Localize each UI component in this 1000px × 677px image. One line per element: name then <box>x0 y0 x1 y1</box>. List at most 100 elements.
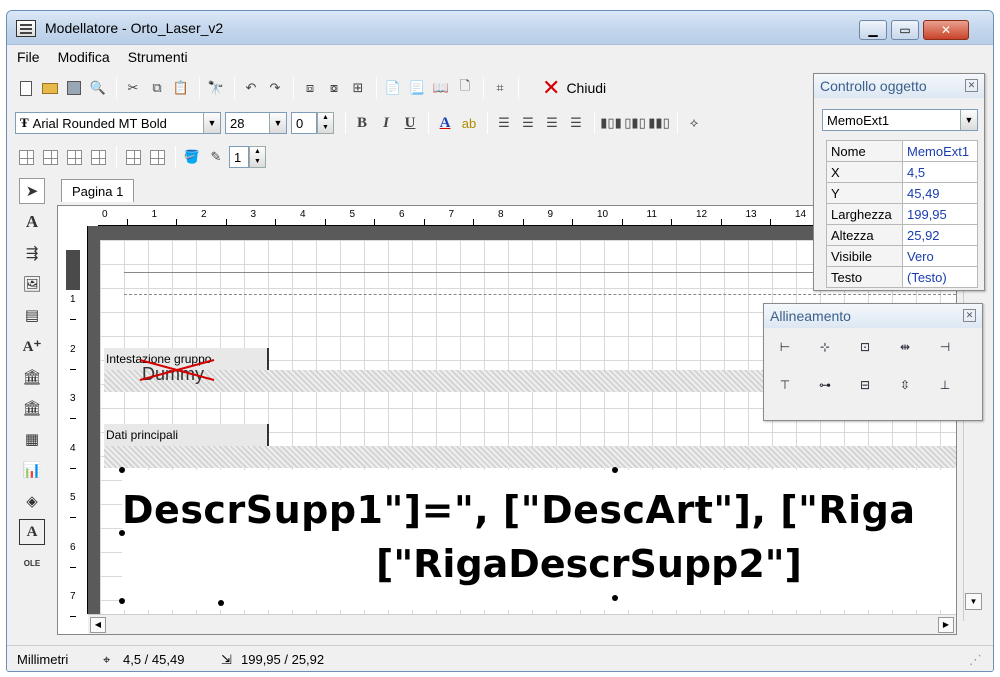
cut-icon[interactable]: ✂ <box>122 77 144 99</box>
resize-handle[interactable] <box>612 595 618 601</box>
font-size-combo[interactable]: 28 ▼ <box>225 112 287 134</box>
close-icon[interactable]: ✕ <box>963 309 976 322</box>
new-document-icon[interactable] <box>15 77 37 99</box>
database-tool-icon[interactable]: 🏛 <box>19 364 45 390</box>
resize-handle[interactable] <box>218 600 224 606</box>
property-value[interactable]: 4,5 <box>902 161 978 183</box>
alignment-title[interactable]: Allineamento ✕ <box>764 304 982 328</box>
chart-tool-icon[interactable]: 📊 <box>19 457 45 483</box>
chevron-down-icon[interactable]: ▼ <box>203 113 220 133</box>
frame-outer-icon[interactable] <box>122 146 144 168</box>
bring-to-front-icon[interactable]: ⧈ <box>299 77 321 99</box>
property-row[interactable]: Visibile Vero <box>826 245 978 267</box>
menu-strumenti[interactable]: Strumenti <box>118 45 196 65</box>
resize-handle[interactable] <box>119 467 125 473</box>
scroll-right-icon[interactable]: ▶ <box>938 617 954 633</box>
center-vertically-icon[interactable]: ⊟ <box>852 374 878 396</box>
property-value[interactable]: MemoExt1 <box>902 140 978 162</box>
highlight-icon[interactable]: ab <box>458 112 480 134</box>
property-row[interactable]: X 4,5 <box>826 161 978 183</box>
property-row[interactable]: Y 45,49 <box>826 182 978 204</box>
minimize-button[interactable]: ▁ <box>859 20 887 40</box>
memo-object[interactable]: DescrSupp1"]=", ["DescArt"], ["Riga ["Ri… <box>119 467 956 610</box>
align-center-icon[interactable]: ☰ <box>517 112 539 134</box>
report-canvas[interactable]: Intestazione gruppo Dummy Dati principal… <box>100 240 956 614</box>
group-objects-icon[interactable]: ⊞ <box>347 77 369 99</box>
horizontal-scrollbar[interactable]: ◀ ▶ <box>88 614 956 634</box>
rich-text-tool-icon[interactable]: A⁺ <box>19 333 45 359</box>
barcode-3-icon[interactable]: ▮▮▯ <box>648 112 670 134</box>
band-label-main-data[interactable]: Dati principali <box>104 424 269 446</box>
chevron-down-icon[interactable]: ▼ <box>960 110 977 130</box>
maximize-button[interactable]: ▭ <box>891 20 919 40</box>
send-to-back-icon[interactable]: ⧇ <box>323 77 345 99</box>
chiudi-button[interactable]: ✕ Chiudi <box>542 77 606 99</box>
font-color-button[interactable]: A <box>434 112 456 134</box>
page-copy-icon[interactable]: 📃 <box>406 77 428 99</box>
align-left-icon[interactable]: ☰ <box>493 112 515 134</box>
align-bottom-edges-icon[interactable]: ⊥ <box>932 374 958 396</box>
barcode-2-icon[interactable]: ▯▮▯ <box>624 112 646 134</box>
database-2-tool-icon[interactable]: 🏛 <box>19 395 45 421</box>
undo-icon[interactable]: ↶ <box>240 77 262 99</box>
property-value[interactable]: 45,49 <box>902 182 978 204</box>
band-tool-icon[interactable]: ⇶ <box>19 240 45 266</box>
menu-file[interactable]: File <box>7 45 48 65</box>
bold-button[interactable]: B <box>351 112 373 134</box>
frame-top-icon[interactable] <box>63 146 85 168</box>
copy-icon[interactable]: ⧉ <box>146 77 168 99</box>
print-preview-icon[interactable]: 🔍 <box>87 77 109 99</box>
property-row[interactable]: Larghezza 199,95 <box>826 203 978 225</box>
center-horizontally-icon[interactable]: ⊡ <box>852 336 878 358</box>
close-window-button[interactable]: ✕ <box>923 20 969 40</box>
align-left-edges-icon[interactable]: ⊢ <box>772 336 798 358</box>
find-binoculars-icon[interactable]: 🔭 <box>205 77 227 99</box>
shape-tool-icon[interactable]: ◈ <box>19 488 45 514</box>
frame-width-spinner[interactable]: ▲ ▼ <box>249 146 266 168</box>
resize-grip-icon[interactable]: ⋰ <box>969 652 982 668</box>
close-icon[interactable]: ✕ <box>965 79 978 92</box>
scroll-down-icon[interactable]: ▼ <box>965 593 982 610</box>
tab-pagina-1[interactable]: Pagina 1 <box>61 179 135 202</box>
resize-handle[interactable] <box>612 467 618 473</box>
object-selector-combo[interactable]: MemoExt1 ▼ <box>822 109 978 131</box>
property-value[interactable]: 199,95 <box>902 203 978 225</box>
page-setup-icon[interactable]: 📄 <box>382 77 404 99</box>
property-value[interactable]: Vero <box>902 245 978 267</box>
property-value[interactable]: (Testo) <box>902 266 978 288</box>
open-folder-icon[interactable] <box>39 77 61 99</box>
fill-bucket-icon[interactable]: 🪣 <box>181 146 203 168</box>
space-vertically-icon[interactable]: ⇳ <box>892 374 918 396</box>
save-disk-icon[interactable] <box>63 77 85 99</box>
font-name-combo[interactable]: Ŧ Arial Rounded MT Bold ▼ <box>15 112 221 134</box>
italic-button[interactable]: I <box>375 112 397 134</box>
page-new-icon[interactable]: 🗋 <box>454 77 476 99</box>
align-right-icon[interactable]: ☰ <box>541 112 563 134</box>
frame-width-field[interactable]: 1 <box>229 146 249 168</box>
ole-tool-icon[interactable]: OLE <box>19 550 45 576</box>
redo-icon[interactable]: ↷ <box>264 77 286 99</box>
paste-icon[interactable]: 📋 <box>170 77 192 99</box>
variable-tool-icon[interactable]: ▦ <box>19 426 45 452</box>
property-row[interactable]: Testo (Testo) <box>826 266 978 288</box>
page-book-icon[interactable]: 📖 <box>430 77 452 99</box>
align-right-edges-icon[interactable]: ⊣ <box>932 336 958 358</box>
frame-text-tool-icon[interactable]: A <box>19 519 45 545</box>
space-horizontally-icon[interactable]: ⇹ <box>892 336 918 358</box>
frame-none-icon[interactable] <box>146 146 168 168</box>
align-justify-icon[interactable]: ☰ <box>565 112 587 134</box>
property-value[interactable]: 25,92 <box>902 224 978 246</box>
object-inspector-title[interactable]: Controllo oggetto ✕ <box>814 74 984 98</box>
menu-modifica[interactable]: Modifica <box>48 45 118 65</box>
fit-page-icon[interactable]: ⌗ <box>489 77 511 99</box>
frame-left-icon[interactable] <box>39 146 61 168</box>
property-row[interactable]: Nome MemoExt1 <box>826 140 978 162</box>
align-top-edges-icon[interactable]: ⊤ <box>772 374 798 396</box>
picture-tool-icon[interactable]: 🖼 <box>19 271 45 297</box>
link-icon[interactable]: ⟡ <box>683 112 705 134</box>
rotation-spinner[interactable]: ▲ ▼ <box>317 112 334 134</box>
title-bar[interactable]: Modellatore - Orto_Laser_v2 ▁ ▭ ✕ <box>7 11 993 45</box>
barcode-icon[interactable]: ▮▯▮ <box>600 112 622 134</box>
pen-color-icon[interactable]: ✎ <box>205 146 227 168</box>
align-vertical-center-icon[interactable]: ⊶ <box>812 374 838 396</box>
